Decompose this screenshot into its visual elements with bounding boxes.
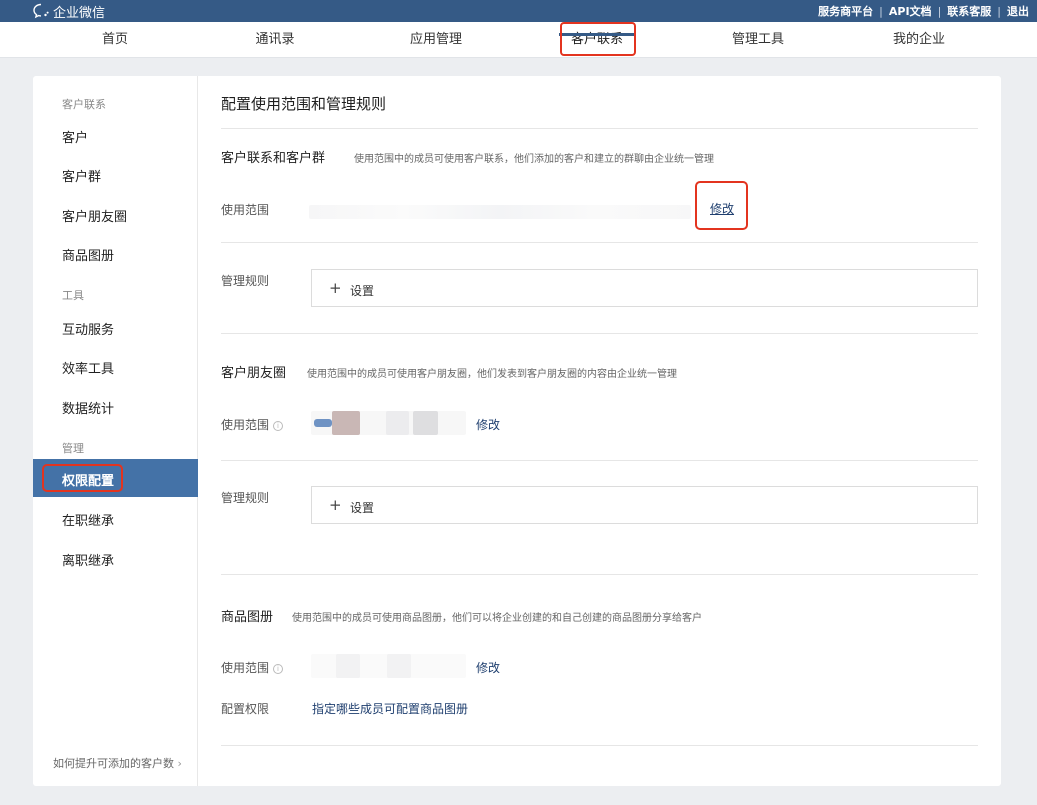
section-desc-moments: 使用范围中的成员可使用客户朋友圈，他们发表到客户朋友圈的内容由企业统一管理 bbox=[307, 369, 677, 380]
sidebar-item-moments[interactable]: 客户朋友圈 bbox=[62, 206, 127, 225]
logo[interactable]: 企业微信 bbox=[32, 2, 106, 21]
set-label: 设置 bbox=[350, 284, 375, 298]
section-title-catalog: 商品图册 bbox=[221, 610, 274, 625]
sidebar-group-customer: 客户联系 bbox=[62, 98, 106, 111]
nav-my-enterprise[interactable]: 我的企业 bbox=[864, 22, 974, 58]
sidebar-help-link[interactable]: 如何提升可添加的客户数 › bbox=[53, 755, 182, 771]
annotation-highlight-sidebar bbox=[42, 464, 123, 492]
sidebar-item-catalog[interactable]: 商品图册 bbox=[62, 245, 114, 264]
scope-label: 使用范围 i bbox=[221, 659, 284, 676]
separator: | bbox=[937, 4, 942, 18]
logout-link[interactable]: 退出 bbox=[1007, 3, 1029, 19]
sidebar: 客户联系 客户 客户群 客户朋友圈 商品图册 工具 互动服务 效率工具 数据统计… bbox=[33, 76, 198, 786]
rules-set-button[interactable]: + 设置 bbox=[311, 486, 978, 524]
plus-icon: + bbox=[329, 279, 342, 297]
main-content: 配置使用范围和管理规则 客户联系和客户群 使用范围中的成员可使用客户联系，他们添… bbox=[221, 76, 978, 786]
set-label: 设置 bbox=[350, 501, 375, 515]
section-desc-catalog: 使用范围中的成员可使用商品图册，他们可以将企业创建的和自己创建的商品图册分享给客… bbox=[292, 613, 702, 624]
sidebar-item-efficiency[interactable]: 效率工具 bbox=[62, 358, 114, 377]
divider bbox=[221, 333, 978, 334]
nav-app-management[interactable]: 应用管理 bbox=[381, 22, 491, 58]
sidebar-group-manage: 管理 bbox=[62, 442, 84, 455]
avatar bbox=[386, 411, 409, 435]
contact-support-link[interactable]: 联系客服 bbox=[947, 3, 991, 19]
avatar bbox=[332, 411, 360, 435]
rules-label: 管理规则 bbox=[221, 491, 270, 505]
sidebar-item-interaction[interactable]: 互动服务 bbox=[62, 319, 114, 338]
rules-label: 管理规则 bbox=[221, 274, 270, 288]
section-desc-customer-contact: 使用范围中的成员可使用客户联系，他们添加的客户和建立的群聊由企业统一管理 bbox=[354, 154, 714, 165]
annotation-highlight-nav bbox=[560, 22, 636, 56]
top-links: 服务商平台 | API文档 | 联系客服 | 退出 bbox=[818, 3, 1029, 19]
divider bbox=[221, 574, 978, 575]
avatar bbox=[314, 419, 332, 427]
separator: | bbox=[879, 4, 883, 18]
avatar bbox=[413, 411, 438, 435]
edit-scope-link[interactable]: 修改 bbox=[476, 416, 500, 433]
config-permission-link[interactable]: 指定哪些成员可配置商品图册 bbox=[312, 700, 468, 717]
divider bbox=[221, 128, 978, 129]
help-link-text: 如何提升可添加的客户数 bbox=[53, 757, 174, 770]
section-title-moments: 客户朋友圈 bbox=[221, 366, 287, 381]
divider bbox=[221, 745, 978, 746]
sidebar-item-inherit-resigned[interactable]: 离职继承 bbox=[62, 550, 114, 569]
nav-contacts[interactable]: 通讯录 bbox=[220, 22, 330, 58]
scope-members-redacted bbox=[309, 205, 691, 219]
info-icon[interactable]: i bbox=[273, 664, 284, 674]
config-label: 配置权限 bbox=[221, 702, 270, 716]
logo-text: 企业微信 bbox=[53, 5, 106, 21]
scope-label-text: 使用范围 bbox=[221, 418, 270, 432]
sidebar-item-customer[interactable]: 客户 bbox=[62, 127, 88, 146]
scope-label: 使用范围 bbox=[221, 203, 270, 217]
page-title: 配置使用范围和管理规则 bbox=[221, 95, 387, 113]
nav-management-tools[interactable]: 管理工具 bbox=[703, 22, 813, 58]
chevron-right-icon: › bbox=[177, 757, 182, 770]
info-icon[interactable]: i bbox=[273, 421, 284, 431]
sidebar-item-inherit-active[interactable]: 在职继承 bbox=[62, 510, 114, 529]
rules-set-button[interactable]: + 设置 bbox=[311, 269, 978, 307]
divider bbox=[221, 242, 978, 243]
divider bbox=[221, 460, 978, 461]
api-docs-link[interactable]: API文档 bbox=[889, 3, 932, 19]
sidebar-item-stats[interactable]: 数据统计 bbox=[62, 398, 114, 417]
annotation-highlight-edit bbox=[695, 181, 748, 230]
scope-label: 使用范围 i bbox=[221, 416, 284, 433]
section-title-customer-contact: 客户联系和客户群 bbox=[221, 151, 326, 166]
content-panel: 客户联系 客户 客户群 客户朋友圈 商品图册 工具 互动服务 效率工具 数据统计… bbox=[33, 76, 1001, 786]
plus-icon: + bbox=[329, 496, 342, 514]
edit-scope-link[interactable]: 修改 bbox=[476, 659, 500, 676]
main-nav: 首页 通讯录 应用管理 客户联系 管理工具 我的企业 bbox=[0, 22, 1037, 58]
wecom-logo-icon bbox=[33, 3, 49, 19]
nav-home[interactable]: 首页 bbox=[60, 22, 170, 58]
separator: | bbox=[997, 4, 1001, 18]
avatar bbox=[336, 654, 360, 678]
scope-label-text: 使用范围 bbox=[221, 661, 270, 675]
avatar bbox=[387, 654, 411, 678]
top-bar: 企业微信 服务商平台 | API文档 | 联系客服 | 退出 bbox=[0, 0, 1037, 22]
sidebar-group-tools: 工具 bbox=[62, 289, 84, 302]
service-platform-link[interactable]: 服务商平台 bbox=[818, 3, 873, 19]
sidebar-item-customer-group[interactable]: 客户群 bbox=[62, 166, 101, 185]
